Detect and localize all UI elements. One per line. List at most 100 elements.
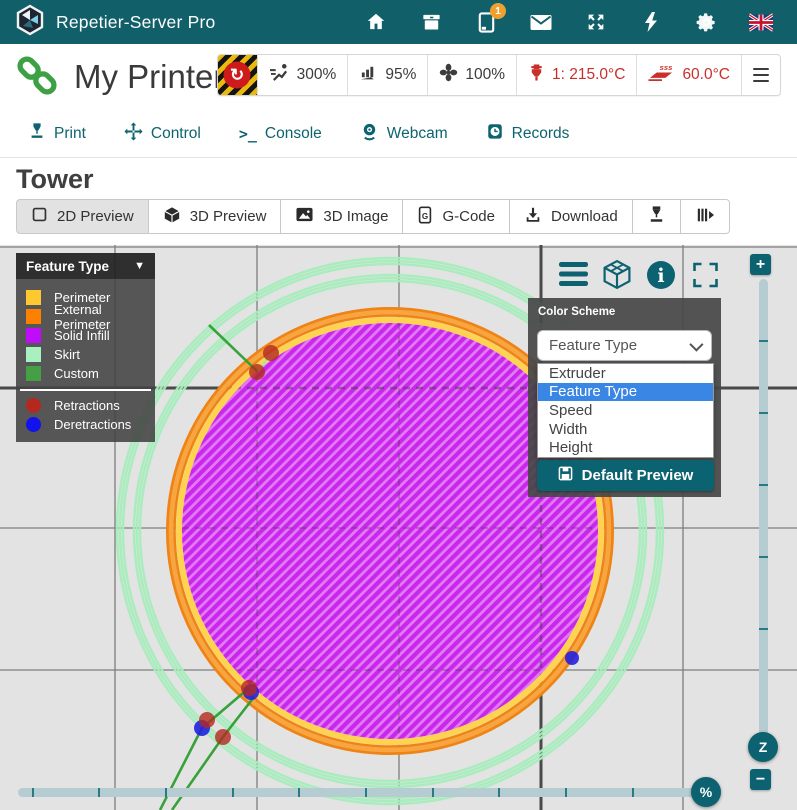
printer-title: My Printer: [74, 58, 224, 96]
button-layers[interactable]: [681, 199, 730, 234]
cube-wireframe-icon[interactable]: [601, 259, 633, 295]
tab-print[interactable]: Print: [28, 122, 86, 145]
image-icon: [295, 206, 314, 227]
flow-factor-button[interactable]: 95%: [347, 55, 427, 95]
extruder-temp-icon: [528, 63, 545, 87]
button-3d-preview[interactable]: 3D Preview: [149, 199, 282, 234]
svg-text:i: i: [657, 265, 664, 287]
logo-hexagon-icon[interactable]: [14, 4, 46, 41]
printer-tabs: Print Control >_ Console Webcam: [0, 110, 797, 158]
slider-tick: [759, 484, 768, 486]
menu-icon: [753, 68, 769, 83]
button-2d-preview[interactable]: 2D Preview: [16, 199, 149, 234]
chevron-down-icon: [689, 337, 703, 351]
color-scheme-label: Color Scheme: [538, 306, 615, 318]
option-extruder[interactable]: Extruder: [538, 364, 713, 383]
gear-icon[interactable]: [694, 10, 718, 34]
archive-box-icon[interactable]: [419, 10, 443, 34]
tab-console[interactable]: >_ Console: [239, 125, 322, 143]
slider-tick: [298, 788, 300, 797]
webcam-icon: [360, 122, 379, 146]
flow-value: 95%: [385, 66, 416, 84]
notification-badge: 1: [490, 3, 506, 19]
slider-tick: [32, 788, 34, 797]
chevron-down-icon: ▼: [134, 260, 145, 272]
legend-header[interactable]: Feature Type ▼: [16, 253, 155, 279]
tablet-icon[interactable]: 1: [474, 10, 498, 34]
default-preview-button[interactable]: Default Preview: [537, 460, 714, 491]
slider-tick: [232, 788, 234, 797]
bed-temp-button[interactable]: sss 60.0°C: [636, 55, 741, 95]
button-download[interactable]: Download: [510, 199, 633, 234]
extruder-temp-value: 1: 215.0°C: [552, 66, 625, 84]
feature-legend: Feature Type ▼ Perimeter External Perime…: [16, 253, 155, 442]
fan-icon: [439, 63, 458, 87]
power-bolt-icon[interactable]: [639, 10, 663, 34]
layers-icon: [695, 206, 715, 228]
color-scheme-select[interactable]: Feature Type: [537, 330, 712, 361]
percent-mode-button[interactable]: %: [691, 777, 721, 807]
color-scheme-dropdown: Extruder Feature Type Speed Width Height: [537, 363, 714, 458]
console-prompt-icon: >_: [239, 125, 257, 143]
legend-item-external-perimeter: External Perimeter: [16, 307, 155, 326]
fan-button[interactable]: 100%: [427, 55, 516, 95]
move-cross-icon: [124, 122, 143, 146]
retractions-swatch: [26, 398, 41, 413]
mail-icon[interactable]: [529, 10, 553, 34]
layer-slider-track[interactable]: [759, 279, 768, 757]
flow-bars-icon: [359, 63, 378, 87]
uk-flag-icon[interactable]: [749, 10, 773, 34]
speed-factor-button[interactable]: 300%: [257, 55, 348, 95]
brand-title: Repetier-Server Pro: [56, 12, 215, 33]
slider-tick: [98, 788, 100, 797]
button-3d-image[interactable]: 3D Image: [281, 199, 403, 234]
button-nozzle-view[interactable]: [633, 199, 681, 234]
printer-status-bar: ↻ 300% 95%: [217, 54, 781, 96]
speed-value: 300%: [297, 66, 337, 84]
legend-item-custom: Custom: [16, 364, 155, 383]
link-icon[interactable]: [16, 54, 58, 101]
slider-tick: [632, 788, 634, 797]
printer-menu-button[interactable]: [741, 55, 780, 95]
emergency-stop-button[interactable]: ↻: [218, 55, 257, 95]
external-perimeter-swatch: [26, 309, 41, 324]
fullscreen-icon[interactable]: [691, 261, 720, 294]
option-speed[interactable]: Speed: [538, 401, 713, 420]
zoom-in-button[interactable]: +: [750, 254, 771, 275]
info-icon[interactable]: i: [646, 260, 676, 295]
nozzle-icon: [647, 205, 666, 228]
tab-control[interactable]: Control: [124, 122, 201, 146]
expand-arrows-icon[interactable]: [584, 10, 608, 34]
option-feature-type[interactable]: Feature Type: [538, 383, 713, 402]
printer-header: My Printer ↻ 300%: [0, 44, 797, 110]
legend-item-deretractions: Deretractions: [16, 415, 155, 434]
slider-tick: [759, 628, 768, 630]
zoom-out-button[interactable]: −: [750, 769, 771, 790]
save-floppy-icon: [558, 466, 573, 485]
option-width[interactable]: Width: [538, 420, 713, 439]
legend-divider: [20, 389, 151, 391]
button-gcode[interactable]: G G-Code: [403, 199, 510, 234]
tab-records[interactable]: Records: [486, 122, 570, 145]
slider-tick: [759, 340, 768, 342]
square-outline-icon: [31, 206, 48, 227]
home-icon[interactable]: [364, 10, 388, 34]
emergency-stop-icon: ↻: [218, 55, 257, 95]
tab-webcam[interactable]: Webcam: [360, 122, 448, 146]
extruder-temp-button[interactable]: 1: 215.0°C: [516, 55, 636, 95]
svg-text:G: G: [422, 212, 428, 221]
slider-tick: [165, 788, 167, 797]
slider-tick: [432, 788, 434, 797]
z-mode-button[interactable]: Z: [748, 732, 778, 762]
gcode-2d-preview-canvas[interactable]: Feature Type ▼ Perimeter External Perime…: [0, 245, 797, 810]
solid-infill-swatch: [26, 328, 41, 343]
progress-slider-track[interactable]: [18, 788, 700, 797]
layer-menu-icon[interactable]: [558, 261, 589, 293]
bed-temp-icon: sss: [648, 63, 675, 88]
slider-tick: [498, 788, 500, 797]
option-height[interactable]: Height: [538, 438, 713, 457]
records-icon: [486, 122, 504, 145]
svg-text:sss: sss: [660, 63, 674, 72]
perimeter-swatch: [26, 290, 41, 305]
gcode-file-icon: G: [417, 206, 433, 228]
